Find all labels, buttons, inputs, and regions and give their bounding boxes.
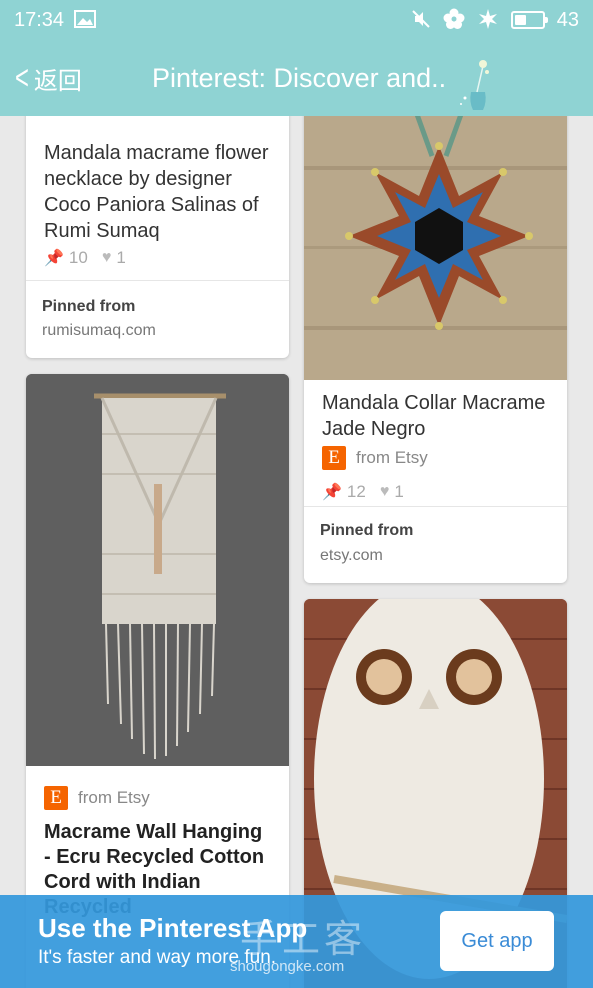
flower-alt-icon [477, 8, 499, 33]
etsy-logo-icon: E [322, 446, 346, 470]
status-time: 17:34 [14, 8, 65, 31]
repin-value: 10 [68, 248, 88, 267]
get-app-banner[interactable]: Use the Pinterest App It's faster and wa… [0, 895, 593, 988]
divider [304, 506, 567, 507]
back-label: 返回 [33, 67, 82, 95]
pin-image-wall-hanging[interactable] [26, 374, 289, 766]
page-title: Pinterest: Discover and.. [152, 62, 447, 93]
heart-icon: ♥ [101, 249, 112, 266]
pinned-from-label: Pinned from [42, 298, 136, 315]
battery-fill [514, 15, 526, 25]
pin-source: E from Etsy [26, 786, 168, 810]
vase-decoration-icon [460, 60, 489, 110]
pin-source: E from Etsy [304, 446, 446, 470]
chevron-left-icon: < [14, 58, 29, 97]
pin-card-mandala-collar[interactable]: Mandala Collar Macrame Jade Negro E from… [304, 116, 567, 583]
pin-stats: 📌 10 ♥ 1 [26, 248, 144, 268]
image-icon [74, 9, 97, 31]
pinned-from-source[interactable]: rumisumaq.com [26, 322, 172, 340]
divider [26, 280, 289, 281]
heart-icon: ♥ [379, 483, 390, 500]
pinned-from-source[interactable]: etsy.com [304, 547, 399, 565]
battery-level: 43 [556, 8, 579, 31]
pin-title: Mandala macrame flower necklace by desig… [44, 142, 269, 242]
pin-title: Mandala Collar Macrame Jade Negro [322, 392, 546, 440]
flower-icon [443, 8, 465, 33]
banner-subtitle: It's faster and way more fun. [38, 947, 277, 968]
like-count: ♥ 1 [380, 482, 404, 502]
like-value: 1 [394, 482, 404, 501]
banner-title: Use the Pinterest App [38, 913, 308, 943]
like-count: ♥ 1 [102, 248, 126, 268]
pin-feed[interactable]: Mandala macrame flower necklace by desig… [0, 116, 593, 988]
source-label: from Etsy [356, 448, 428, 467]
repin-value: 12 [346, 482, 366, 501]
battery-icon [510, 11, 548, 29]
pin-icon: 📌 [322, 484, 342, 501]
get-app-button[interactable]: Get app [440, 911, 554, 971]
pin-icon: 📌 [44, 250, 64, 267]
like-value: 1 [116, 248, 126, 267]
pinned-from-label: Pinned from [320, 522, 414, 539]
back-button[interactable]: < 返回 [0, 59, 120, 98]
etsy-logo-icon: E [44, 786, 68, 810]
pin-stats: 📌 12 ♥ 1 [304, 482, 422, 502]
necklace-illustration [304, 116, 567, 380]
mute-icon [411, 9, 431, 32]
status-bar: 17:34 43 [0, 0, 593, 40]
repin-count: 📌 12 [322, 482, 366, 502]
wall-hanging-illustration [26, 374, 289, 766]
pin-card-mandala-necklace[interactable]: Mandala macrame flower necklace by desig… [26, 116, 289, 358]
pin-image-necklace[interactable] [304, 116, 567, 380]
repin-count: 📌 10 [44, 248, 88, 268]
app-header: < 返回 Pinterest: Discover and.. [0, 40, 593, 116]
source-label: from Etsy [78, 788, 150, 807]
